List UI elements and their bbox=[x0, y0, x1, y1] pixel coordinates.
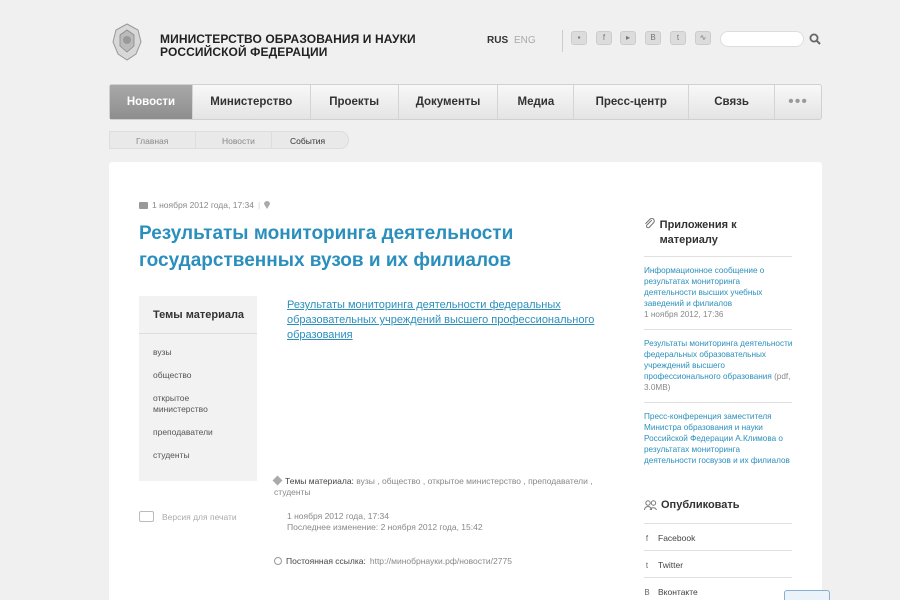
printer-icon bbox=[139, 511, 154, 522]
chat-icon[interactable]: ▪ bbox=[571, 31, 587, 45]
topics-box: Темы материала вузы общество открытое ми… bbox=[139, 296, 257, 481]
permalink: Постоянная ссылка: http://минобрнауки.рф… bbox=[274, 556, 512, 566]
twitter-icon[interactable]: t bbox=[670, 31, 686, 45]
meta-separator: | bbox=[257, 200, 261, 210]
topic-link[interactable]: преподаватели bbox=[139, 427, 257, 438]
nav-item-projects[interactable]: Проекты bbox=[311, 85, 399, 119]
attachment-item[interactable]: Пресс-конференция заместителя Министра о… bbox=[644, 411, 794, 466]
divider bbox=[644, 329, 792, 330]
share-facebook[interactable]: f Facebook bbox=[644, 533, 695, 543]
divider bbox=[644, 523, 792, 524]
facebook-icon[interactable]: f bbox=[596, 31, 612, 45]
nav-item-contacts[interactable]: Связь bbox=[689, 85, 776, 119]
published-date: 1 ноября 2012 года, 17:34 bbox=[287, 511, 389, 521]
publish-header: Опубликовать bbox=[644, 499, 740, 511]
tag-icon bbox=[272, 475, 283, 486]
main-document-link[interactable]: Результаты мониторинга деятельности феде… bbox=[287, 298, 607, 343]
tags-label: Темы материала: bbox=[285, 476, 354, 486]
attachments-title: Приложения к материалу bbox=[659, 219, 737, 246]
paperclip-icon bbox=[645, 218, 655, 229]
permalink-url[interactable]: http://минобрнауки.рф/новости/2775 bbox=[370, 556, 512, 566]
share-vkontakte[interactable]: B Вконтакте bbox=[644, 587, 698, 597]
article-date: 1 ноября 2012 года, 17:34 bbox=[152, 200, 254, 210]
attachment-title[interactable]: Результаты мониторинга деятельности феде… bbox=[644, 339, 792, 381]
location-pin-icon[interactable] bbox=[264, 201, 271, 209]
divider bbox=[644, 550, 792, 551]
print-label: Версия для печати bbox=[162, 511, 237, 522]
coat-of-arms-icon[interactable] bbox=[110, 22, 144, 62]
divider bbox=[644, 256, 792, 257]
corner-widget[interactable] bbox=[784, 590, 830, 600]
more-icon[interactable]: ••• bbox=[775, 85, 821, 119]
facebook-icon: f bbox=[645, 533, 649, 543]
permalink-label: Постоянная ссылка: bbox=[286, 556, 366, 566]
attachment-title[interactable]: Пресс-конференция заместителя Министра о… bbox=[644, 411, 794, 466]
rss-icon[interactable]: ∿ bbox=[695, 31, 711, 45]
topics-title: Темы материала bbox=[139, 296, 257, 334]
calendar-icon bbox=[139, 201, 148, 209]
search-icon[interactable] bbox=[809, 33, 821, 45]
modified-date: Последнее изменение: 2 ноября 2012 года,… bbox=[287, 522, 483, 532]
attachment-date: 1 ноября 2012, 17:36 bbox=[644, 310, 724, 319]
youtube-icon[interactable]: ▸ bbox=[620, 31, 636, 45]
twitter-icon: t bbox=[645, 560, 649, 570]
divider bbox=[644, 402, 792, 403]
article-title: Результаты мониторинга деятельности госу… bbox=[139, 223, 514, 271]
share-people-icon bbox=[644, 499, 657, 510]
vkontakte-icon[interactable]: B bbox=[645, 31, 661, 45]
search-input[interactable] bbox=[720, 31, 804, 47]
article-tags: Темы материала: вузы , общество , открыт… bbox=[272, 475, 604, 498]
attachment-item[interactable]: Результаты мониторинга деятельности феде… bbox=[644, 338, 794, 393]
topic-link[interactable]: вузы bbox=[139, 347, 257, 358]
ministry-title[interactable]: МИНИСТЕРСТВО ОБРАЗОВАНИЯ И НАУКИ РОССИЙС… bbox=[160, 33, 416, 59]
nav-item-press-center[interactable]: Пресс-центр bbox=[574, 85, 690, 119]
main-nav: Новости Министерство Проекты Документы М… bbox=[109, 84, 822, 120]
breadcrumb-events: События bbox=[271, 131, 349, 149]
publish-title: Опубликовать bbox=[661, 499, 740, 511]
article-meta: 1 ноября 2012 года, 17:34 | bbox=[139, 200, 271, 210]
breadcrumb-home[interactable]: Главная bbox=[109, 131, 195, 149]
topic-link[interactable]: общество bbox=[139, 370, 257, 381]
attachments-header: Приложения к материалу bbox=[644, 218, 794, 248]
share-label: Вконтакте bbox=[658, 587, 698, 597]
divider bbox=[644, 577, 792, 578]
topic-link[interactable]: открытое министерство bbox=[139, 393, 209, 415]
globe-icon bbox=[274, 557, 282, 565]
share-twitter[interactable]: t Twitter bbox=[644, 560, 683, 570]
breadcrumb-news[interactable]: Новости bbox=[195, 131, 271, 149]
attachment-item[interactable]: Информационное сообщение о результатах м… bbox=[644, 265, 794, 320]
ministry-title-line2: РОССИЙСКОЙ ФЕДЕРАЦИИ bbox=[160, 45, 328, 59]
lang-rus[interactable]: RUS bbox=[487, 35, 508, 46]
nav-item-ministry[interactable]: Министерство bbox=[193, 85, 311, 119]
nav-item-documents[interactable]: Документы bbox=[399, 85, 499, 119]
share-label: Facebook bbox=[658, 533, 696, 543]
article-dates: 1 ноября 2012 года, 17:34 Последнее изме… bbox=[287, 511, 483, 533]
print-version[interactable]: Версия для печати bbox=[139, 511, 237, 522]
nav-item-news[interactable]: Новости bbox=[110, 85, 193, 119]
vkontakte-icon: B bbox=[644, 587, 650, 597]
topic-link[interactable]: студенты bbox=[139, 450, 257, 461]
breadcrumb: Главная Новости События bbox=[109, 131, 349, 149]
share-label: Twitter bbox=[658, 560, 684, 570]
divider bbox=[562, 30, 563, 52]
lang-eng[interactable]: ENG bbox=[514, 35, 536, 46]
attachment-title[interactable]: Информационное сообщение о результатах м… bbox=[644, 265, 794, 309]
nav-item-media[interactable]: Медиа bbox=[498, 85, 575, 119]
